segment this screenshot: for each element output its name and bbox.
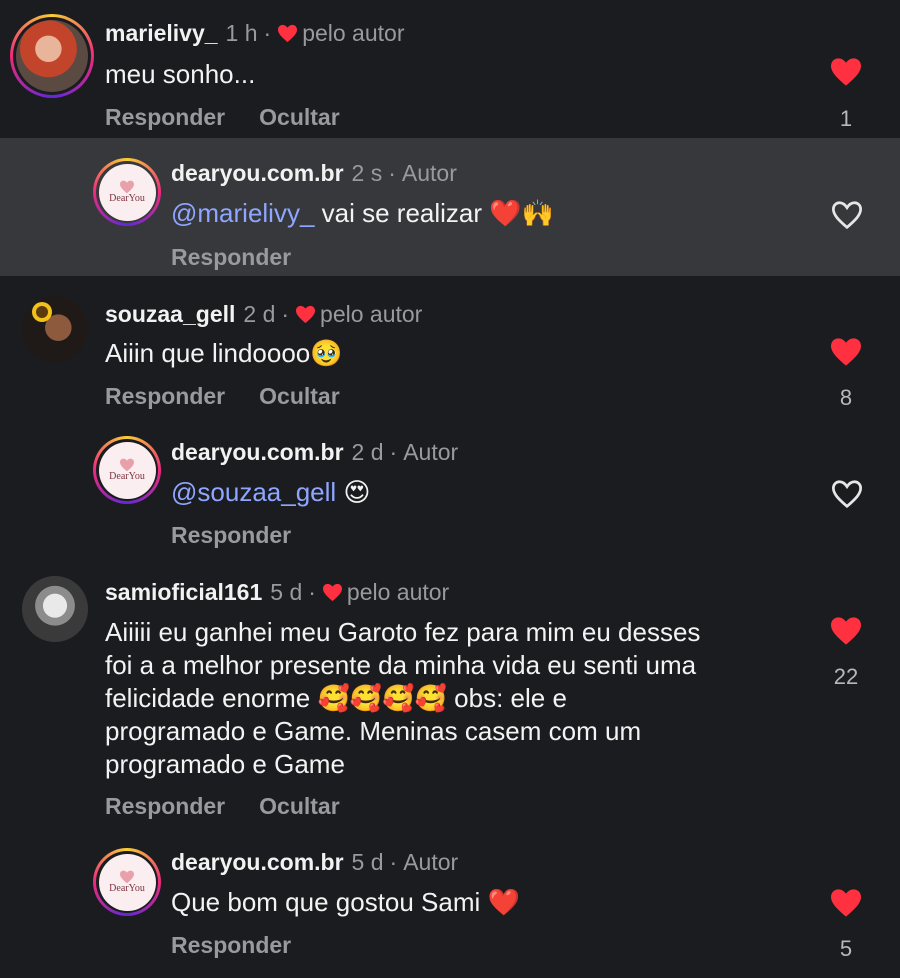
like-count: 5 bbox=[839, 936, 853, 961]
comment-meta: samioficial161 5 d · pelo autor bbox=[105, 579, 449, 606]
timestamp: 2 s bbox=[351, 160, 383, 186]
like-heart-filled-icon[interactable] bbox=[829, 888, 863, 918]
brand-logo-text: DearYou bbox=[109, 193, 145, 204]
comment-item: samioficial161 5 d · pelo autor Aiiiii e… bbox=[0, 554, 900, 838]
liked-by-author-label: pelo autor bbox=[302, 20, 405, 46]
brand-heart-icon bbox=[120, 458, 134, 472]
comment-text: @souzaa_gell 😍 bbox=[171, 477, 371, 507]
brand-heart-icon bbox=[120, 870, 134, 884]
timestamp: 1 h bbox=[225, 20, 258, 46]
comment-item: marielivy_ 1 h · pelo autor meu sonho...… bbox=[0, 0, 900, 138]
separator-dot: · bbox=[388, 160, 396, 186]
comment-meta: dearyou.com.br 5 d · Autor bbox=[171, 849, 458, 876]
heart-icon bbox=[278, 24, 298, 43]
username[interactable]: dearyou.com.br bbox=[171, 160, 344, 187]
username[interactable]: dearyou.com.br bbox=[171, 439, 344, 466]
comment-meta: marielivy_ 1 h · pelo autor bbox=[105, 20, 405, 47]
comment-meta: souzaa_gell 2 d · pelo autor bbox=[105, 301, 422, 328]
comment-text: Aiiiii eu ganhei meu Garoto fez para mim… bbox=[105, 617, 701, 779]
timestamp: 5 d bbox=[351, 849, 384, 875]
reply-button[interactable]: Responder bbox=[171, 522, 291, 549]
separator-dot: · bbox=[308, 579, 316, 605]
hide-button[interactable]: Ocultar bbox=[259, 793, 340, 820]
avatar[interactable]: DearYou bbox=[93, 848, 161, 916]
separator-dot: · bbox=[263, 20, 272, 46]
separator-dot: · bbox=[281, 301, 290, 327]
username[interactable]: souzaa_gell bbox=[105, 301, 235, 328]
timestamp: 2 d bbox=[243, 301, 276, 327]
comment-meta: dearyou.com.br 2 d · Autor bbox=[171, 439, 458, 466]
reply-button[interactable]: Responder bbox=[105, 793, 225, 820]
heart-icon bbox=[296, 305, 316, 324]
avatar[interactable] bbox=[10, 14, 94, 98]
reply-item: DearYou dearyou.com.br 2 d · Autor @souz… bbox=[0, 416, 900, 554]
like-heart-filled-icon[interactable] bbox=[829, 57, 863, 87]
like-count: 8 bbox=[839, 385, 853, 410]
sunflower-icon bbox=[36, 306, 48, 318]
author-label: Autor bbox=[401, 160, 457, 186]
avatar[interactable]: DearYou bbox=[93, 436, 161, 504]
avatar[interactable]: DearYou bbox=[93, 158, 161, 226]
author-label: Autor bbox=[403, 849, 459, 875]
hide-button[interactable]: Ocultar bbox=[259, 383, 340, 410]
liked-by-author-label: pelo autor bbox=[346, 579, 450, 605]
separator-dot: · bbox=[389, 849, 398, 875]
username[interactable]: samioficial161 bbox=[105, 579, 262, 606]
like-heart-filled-icon[interactable] bbox=[829, 337, 863, 367]
comment-text: @marielivy_ vai se realizar ❤️🙌 bbox=[171, 198, 555, 228]
comment-thread: marielivy_ 1 h · pelo autor meu sonho...… bbox=[0, 0, 900, 978]
like-heart-outline-icon[interactable] bbox=[830, 479, 864, 509]
comment-meta: dearyou.com.br 2 s · Autor bbox=[171, 160, 457, 187]
brand-logo-text: DearYou bbox=[109, 471, 145, 482]
reply-item: DearYou dearyou.com.br 2 s · Autor @mari… bbox=[0, 138, 900, 276]
comment-item: souzaa_gell 2 d · pelo autor Aiiin que l… bbox=[0, 276, 900, 416]
reply-button[interactable]: Responder bbox=[171, 244, 291, 271]
mention-link[interactable]: @souzaa_gell bbox=[171, 477, 336, 507]
like-heart-filled-icon[interactable] bbox=[829, 616, 863, 646]
reply-button[interactable]: Responder bbox=[171, 932, 291, 959]
brand-heart-icon bbox=[120, 180, 134, 194]
comment-text: Que bom que gostou Sami ❤️ bbox=[171, 887, 520, 917]
heart-icon bbox=[322, 583, 342, 602]
reply-button[interactable]: Responder bbox=[105, 383, 225, 410]
comment-text: Aiiin que lindoooo🥹 bbox=[105, 338, 343, 368]
reply-item: DearYou dearyou.com.br 5 d · Autor Que b… bbox=[0, 838, 900, 978]
brand-logo-text: DearYou bbox=[109, 883, 145, 894]
mention-link[interactable]: @marielivy_ bbox=[171, 198, 314, 228]
like-count: 1 bbox=[839, 106, 853, 131]
timestamp: 2 d bbox=[351, 439, 384, 465]
separator-dot: · bbox=[389, 439, 398, 465]
comment-text: meu sonho... bbox=[105, 59, 256, 89]
timestamp: 5 d bbox=[270, 579, 303, 605]
username[interactable]: marielivy_ bbox=[105, 20, 218, 47]
avatar[interactable] bbox=[22, 576, 88, 642]
avatar[interactable] bbox=[22, 296, 88, 362]
author-label: Autor bbox=[403, 439, 459, 465]
liked-by-author-label: pelo autor bbox=[320, 301, 423, 327]
like-heart-outline-icon[interactable] bbox=[830, 200, 864, 230]
like-count: 22 bbox=[833, 664, 859, 689]
username[interactable]: dearyou.com.br bbox=[171, 849, 344, 876]
reply-button[interactable]: Responder bbox=[105, 104, 225, 131]
hide-button[interactable]: Ocultar bbox=[259, 104, 340, 131]
